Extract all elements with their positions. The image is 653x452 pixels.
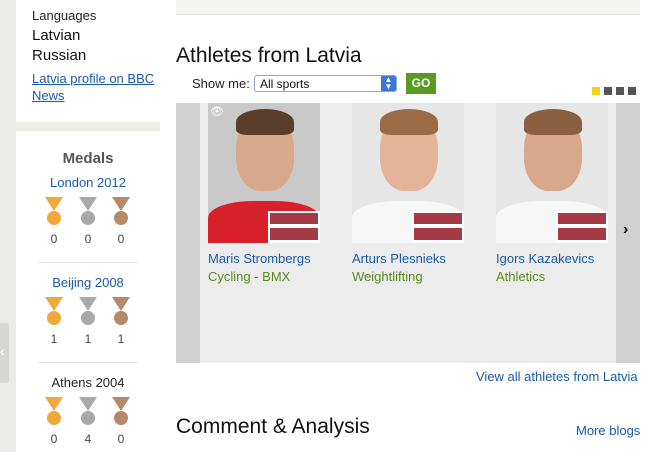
latvia-flag-icon xyxy=(268,211,320,243)
athlete-photo[interactable] xyxy=(496,103,608,243)
select-arrows-icon: ▲ ▼ xyxy=(381,76,396,91)
pager-dot[interactable] xyxy=(628,87,636,95)
section-title: Athletes from Latvia xyxy=(176,44,362,67)
sport-filter-select[interactable]: All sports ▲ ▼ xyxy=(254,75,397,92)
gold-count: 1 xyxy=(50,332,58,346)
athlete-sport: Athletics xyxy=(496,269,546,284)
silver-count: 4 xyxy=(84,432,92,446)
silver-medal-icon xyxy=(76,197,100,233)
gold-count: 0 xyxy=(50,432,58,446)
go-button[interactable]: GO xyxy=(406,73,436,94)
comment-analysis-title: Comment & Analysis xyxy=(176,415,370,438)
athlete-photo[interactable]: 👁 xyxy=(208,103,320,243)
gold-count: 0 xyxy=(50,232,58,246)
sidebar: Languages Latvian Russian Latvia profile… xyxy=(16,0,160,452)
silver-medal-icon xyxy=(76,397,100,433)
medals-title: Medals xyxy=(62,150,114,167)
pager-dot[interactable] xyxy=(604,87,612,95)
bronze-count: 0 xyxy=(117,232,125,246)
gold-medal-icon xyxy=(42,397,66,433)
athlete-sport: Weightlifting xyxy=(352,269,423,284)
bronze-count: 0 xyxy=(117,432,125,446)
chevron-left-icon: ‹ xyxy=(0,343,5,359)
gold-medal-icon xyxy=(42,297,66,333)
games-title-athens-2004: Athens 2004 xyxy=(51,375,125,390)
more-blogs-link[interactable]: More blogs xyxy=(576,423,640,438)
athletes-carousel: › 👁 Maris Strombergs Cycling - BMX Artur… xyxy=(176,103,640,363)
gold-medal-icon xyxy=(42,197,66,233)
games-separator xyxy=(38,362,138,363)
athlete-name-link[interactable]: Arturs Plesnieks xyxy=(352,251,446,266)
silver-count: 0 xyxy=(84,232,92,246)
bronze-medal-icon xyxy=(109,297,133,333)
games-separator xyxy=(38,262,138,263)
latvia-flag-icon xyxy=(412,211,464,243)
athlete-name-link[interactable]: Maris Strombergs xyxy=(208,251,311,266)
show-me-label: Show me: xyxy=(192,76,250,91)
games-link-london-2012[interactable]: London 2012 xyxy=(16,175,160,190)
bronze-medal-icon xyxy=(109,197,133,233)
silver-medal-icon xyxy=(76,297,100,333)
sidebar-collapse-tab[interactable]: ‹ xyxy=(0,323,9,383)
sidebar-divider xyxy=(16,122,160,131)
top-panel-bottom xyxy=(176,0,640,15)
bronze-medal-icon xyxy=(109,397,133,433)
carousel-next-button[interactable]: › xyxy=(616,103,640,363)
carousel-prev-area xyxy=(176,103,200,363)
pager-dot-active[interactable] xyxy=(592,87,600,95)
sport-filter-value: All sports xyxy=(260,77,310,91)
language-item: Latvian xyxy=(32,27,81,44)
left-page-edge xyxy=(0,0,16,452)
bbc-profile-link[interactable]: Latvia profile on BBC News xyxy=(32,70,160,104)
view-all-athletes-link[interactable]: View all athletes from Latvia xyxy=(476,369,638,384)
language-item: Russian xyxy=(32,47,87,64)
latvia-flag-icon xyxy=(556,211,608,243)
eye-icon: 👁 xyxy=(210,106,224,118)
silver-count: 1 xyxy=(84,332,92,346)
games-link-beijing-2008[interactable]: Beijing 2008 xyxy=(16,275,160,290)
chevron-right-icon: › xyxy=(623,221,629,238)
athlete-photo[interactable] xyxy=(352,103,464,243)
languages-title: Languages xyxy=(32,8,97,23)
athlete-sport: Cycling - BMX xyxy=(208,269,291,284)
athlete-name-link[interactable]: Igors Kazakevics xyxy=(496,251,594,266)
pager-dot[interactable] xyxy=(616,87,624,95)
bronze-count: 1 xyxy=(117,332,125,346)
